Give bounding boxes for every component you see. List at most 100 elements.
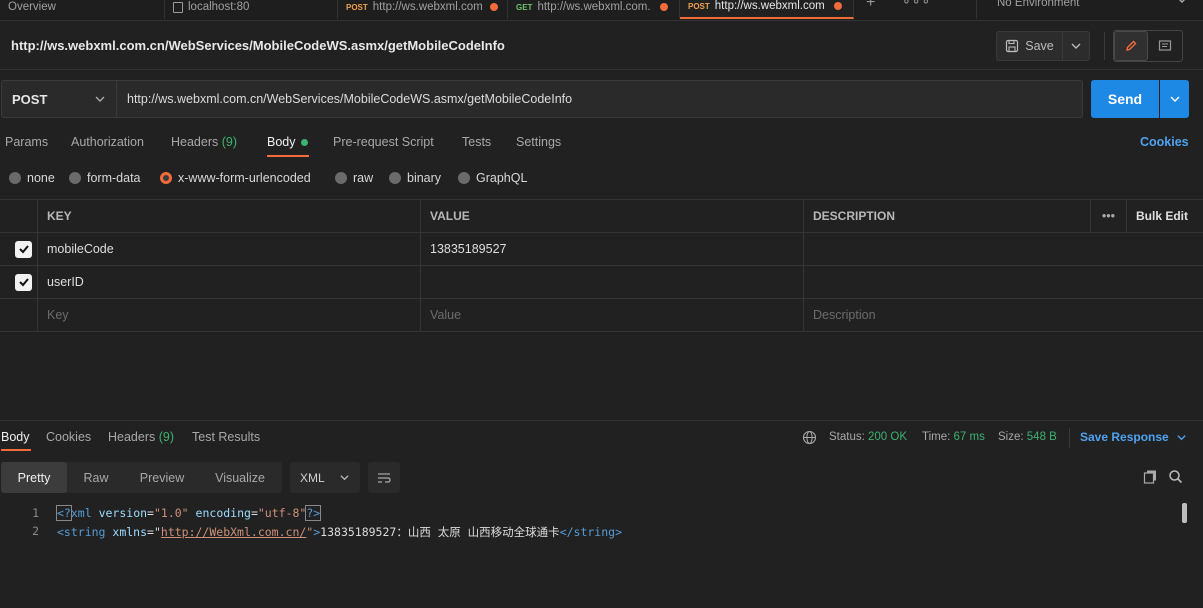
more-options-icon[interactable]: ••• [1091, 200, 1127, 232]
format-select[interactable]: XML [290, 462, 360, 493]
tab-settings[interactable]: Settings [516, 135, 561, 149]
radio-circle [458, 172, 470, 184]
more-tabs-icon[interactable]: ∘∘∘ [902, 0, 931, 9]
documentation-button[interactable] [1148, 31, 1182, 61]
time-label: Time: [922, 431, 951, 443]
response-tab-headers[interactable]: Headers (9) [108, 430, 174, 444]
row-checkbox[interactable] [0, 233, 38, 265]
unsaved-dot-icon [660, 3, 669, 11]
chevron-down-icon [340, 475, 349, 481]
radio-graphql[interactable]: GraphQL [458, 171, 527, 185]
save-icon [1006, 39, 1019, 53]
header-description: DESCRIPTION [804, 200, 1091, 232]
search-icon[interactable] [1168, 469, 1183, 487]
key-placeholder[interactable]: Key [38, 299, 421, 331]
response-tab-cookies[interactable]: Cookies [46, 430, 91, 444]
radio-label: x-www-form-urlencoded [178, 171, 311, 185]
divider [0, 69, 1203, 70]
globe-icon[interactable] [802, 430, 817, 448]
radio-label: GraphQL [476, 171, 528, 185]
save-response-button[interactable]: Save Response [1080, 430, 1187, 444]
tab-localhost[interactable]: localhost:80 [165, 0, 338, 19]
tab-label: http://ws.webxml.com [372, 1, 483, 13]
tab-overview[interactable]: Overview [0, 0, 165, 19]
tab-label: localhost:80 [188, 1, 250, 13]
description-cell[interactable] [804, 266, 1203, 298]
divider [0, 420, 1203, 421]
tab-body[interactable]: Body [267, 135, 308, 149]
tab-label: http://ws.webxml.com. [537, 1, 651, 13]
divider [1104, 32, 1105, 60]
tab-prerequest-script[interactable]: Pre-request Script [333, 135, 434, 149]
chevron-down-icon[interactable] [1176, 0, 1188, 9]
tab-headers-label: Headers [171, 135, 219, 149]
save-button[interactable]: Save [996, 31, 1063, 61]
tab-body-label: Body [267, 135, 296, 149]
size-value[interactable]: 548 B [1027, 431, 1057, 443]
request-title[interactable]: http://ws.webxml.com.cn/WebServices/Mobi… [11, 38, 505, 53]
send-button[interactable]: Send [1091, 80, 1159, 118]
divider [1069, 428, 1070, 448]
body-active-dot-icon [300, 138, 308, 146]
tab-headers[interactable]: Headers (9) [171, 135, 237, 149]
tab-tests[interactable]: Tests [462, 135, 491, 149]
tab-method: POST [688, 1, 710, 11]
bulk-edit-button[interactable]: Bulk Edit [1127, 200, 1203, 232]
method-select[interactable]: POST [1, 80, 117, 118]
url-input[interactable]: http://ws.webxml.com.cn/WebServices/Mobi… [117, 80, 1083, 118]
xml-tag-open: <string [57, 525, 106, 539]
active-tab-indicator [1, 449, 31, 451]
tab-post-1[interactable]: POST http://ws.webxml.com [338, 0, 508, 19]
method-value: POST [12, 91, 48, 107]
key-cell[interactable]: userID [38, 266, 421, 298]
view-pretty-button[interactable]: Pretty [1, 462, 67, 493]
time-value[interactable]: 67 ms [954, 431, 985, 443]
row-checkbox[interactable] [0, 266, 38, 298]
wrap-lines-button[interactable] [368, 462, 400, 493]
chevron-down-icon [1170, 96, 1179, 102]
radio-none[interactable]: none [9, 171, 55, 185]
xml-attr: encoding [195, 506, 251, 520]
radio-raw[interactable]: raw [335, 171, 373, 185]
tab-post-active[interactable]: POST http://ws.webxml.com [680, 0, 854, 19]
response-tab-body[interactable]: Body [1, 430, 30, 444]
environment-select[interactable]: No Environment [997, 0, 1079, 9]
view-raw-button[interactable]: Raw [67, 462, 125, 493]
tab-label: Overview [8, 1, 56, 13]
send-options-button[interactable] [1160, 80, 1189, 118]
params-table: KEY VALUE DESCRIPTION ••• Bulk Edit mobi… [0, 199, 1203, 332]
key-cell[interactable]: mobileCode [38, 233, 421, 265]
tab-authorization[interactable]: Authorization [71, 135, 144, 149]
line-number: 2 [32, 524, 39, 538]
value-cell[interactable]: 13835189527 [421, 233, 804, 265]
radio-form-data[interactable]: form-data [69, 171, 141, 185]
edit-pencil-button[interactable] [1114, 31, 1148, 61]
save-response-label: Save Response [1080, 430, 1169, 444]
value-cell[interactable] [421, 266, 804, 298]
response-headers-count: (9) [158, 430, 175, 444]
description-cell[interactable] [804, 233, 1203, 265]
scrollbar[interactable] [1182, 503, 1187, 523]
tab-label: http://ws.webxml.com [714, 0, 825, 12]
radio-x-www-form-urlencoded[interactable]: x-www-form-urlencoded [160, 171, 311, 185]
xml-decl-name: xml [70, 506, 92, 520]
tab-params[interactable]: Params [5, 135, 48, 149]
response-tab-test-results[interactable]: Test Results [192, 430, 260, 444]
status-value[interactable]: 200 OK [868, 431, 907, 443]
new-tab-plus-icon[interactable]: + [866, 0, 875, 12]
radio-binary[interactable]: binary [389, 171, 441, 185]
code-line-2: <string xmlns="http://WebXml.com.cn/">13… [57, 525, 622, 539]
copy-icon[interactable] [1143, 469, 1158, 487]
view-preview-button[interactable]: Preview [125, 462, 199, 493]
tab-get[interactable]: GET http://ws.webxml.com. [508, 0, 680, 19]
radio-label: binary [407, 171, 442, 185]
save-options-button[interactable] [1063, 31, 1090, 61]
description-placeholder[interactable]: Description [804, 299, 1203, 331]
header-key: KEY [38, 200, 421, 232]
xmlns-link[interactable]: http://WebXml.com.cn/ [161, 525, 306, 539]
cookies-link[interactable]: Cookies [1140, 135, 1189, 149]
radio-label: form-data [87, 171, 141, 185]
value-placeholder[interactable]: Value [421, 299, 804, 331]
file-icon [173, 1, 183, 13]
view-visualize-button[interactable]: Visualize [199, 462, 281, 493]
